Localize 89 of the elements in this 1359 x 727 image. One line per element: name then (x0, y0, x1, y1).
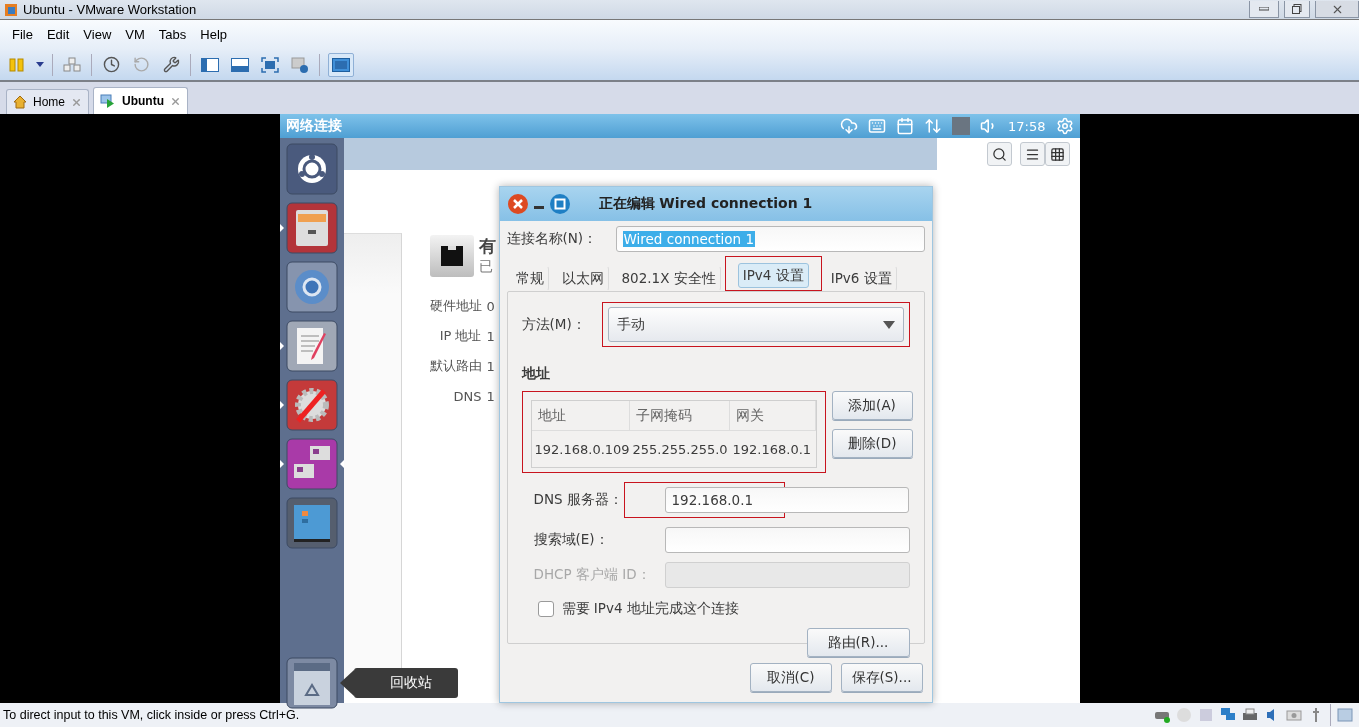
menu-item[interactable]: Tabs (152, 27, 195, 42)
column-header: 子网掩码 (629, 401, 730, 431)
panel-title: 网络连接 (285, 117, 343, 135)
text-field[interactable]: 192.168.0.1 (664, 487, 909, 513)
maximize-icon[interactable] (548, 193, 571, 215)
file-cabinet-icon[interactable] (285, 202, 338, 254)
menu-item[interactable]: VM (119, 27, 153, 42)
close-icon[interactable] (506, 193, 529, 215)
network-icon[interactable] (1220, 707, 1236, 723)
detail-value: 0 (486, 298, 495, 314)
restore-button[interactable] (1284, 1, 1310, 18)
tab[interactable]: Home (6, 89, 89, 114)
keyboard-icon[interactable] (868, 117, 887, 135)
detail-label: IP 地址 (438, 327, 482, 345)
selected-text: Wired connection 1 (622, 231, 755, 247)
search-button[interactable] (986, 142, 1012, 166)
app-icon (4, 2, 18, 17)
tab-label: Ubuntu (122, 94, 164, 108)
cloud-download-icon[interactable] (840, 117, 859, 135)
network-arrows-icon[interactable] (924, 117, 943, 135)
menu-item[interactable]: Help (194, 27, 236, 42)
column-header: 地址 (531, 401, 630, 431)
field-label: 方法(M)： (521, 315, 587, 334)
table-cell-text: 255.255.255.0 (631, 440, 729, 459)
ethernet-port-icon (429, 235, 474, 277)
settings-icon[interactable] (1055, 117, 1074, 135)
list-icon (1024, 146, 1040, 162)
detail-value: 1 (486, 328, 495, 344)
device-name: 有 (478, 235, 496, 258)
grid-icon (1049, 146, 1065, 162)
gear-wrench-icon[interactable] (285, 379, 338, 431)
dropdown-value: 手动 (616, 315, 645, 334)
checkbox[interactable] (537, 601, 554, 617)
text-editor-icon[interactable] (285, 320, 338, 372)
delete-button[interactable]: 删除(D) (831, 429, 913, 458)
search-icon (991, 146, 1007, 162)
vm-play-icon (100, 94, 116, 108)
restore-icon (1292, 4, 1302, 14)
table-cell-text: 192.168.0.1 (731, 440, 813, 459)
browser-icon[interactable] (285, 261, 338, 313)
close-icon[interactable] (170, 95, 181, 107)
device-status: 已 (478, 258, 494, 276)
routes-button[interactable]: 路由(R)... (806, 628, 910, 657)
detail-value: 1 (486, 358, 495, 374)
close-icon[interactable] (71, 96, 82, 108)
tab-label: Home (33, 95, 65, 109)
list-view-button[interactable] (1019, 142, 1045, 166)
ubuntu-logo-icon[interactable] (285, 143, 338, 195)
minimize-button[interactable] (1249, 1, 1279, 18)
section-heading: 地址 (521, 365, 551, 383)
dialog-title: 正在编辑 Wired connection 1 (598, 195, 813, 213)
table-cell-text: 192.168.0.109 (533, 440, 630, 459)
close-button[interactable] (1315, 1, 1359, 18)
dialog-button[interactable]: 取消(C) (749, 663, 832, 692)
field-label: 连接名称(N)： (506, 230, 599, 248)
column-header: 网关 (729, 401, 816, 431)
status-text: To direct input to this VM, click inside or press Ctrl+G. (3, 708, 301, 722)
window-title: Ubuntu - VMware Workstation (23, 2, 198, 17)
camera-icon[interactable] (1286, 707, 1302, 723)
launcher-tooltip: 回收站 (353, 668, 458, 698)
menu-item[interactable]: File (6, 27, 41, 42)
checkbox-label: 需要 IPv4 地址完成这个连接 (561, 600, 739, 618)
caret-icon[interactable] (36, 62, 44, 67)
grid-view-button[interactable] (1044, 142, 1070, 166)
field-label: DNS 服务器： (533, 491, 624, 509)
trash-bin-icon[interactable] (285, 657, 338, 709)
remote-desktop-icon[interactable] (285, 438, 338, 490)
text-field[interactable] (664, 527, 910, 553)
method-dropdown[interactable]: 手动 (607, 307, 904, 342)
menu-item[interactable]: Edit (40, 27, 78, 42)
tab[interactable]: Ubuntu (93, 87, 188, 114)
dialog-button[interactable]: 保存(S)... (840, 663, 923, 692)
detail-label: 默认路由 (428, 357, 482, 375)
console-view-button[interactable] (328, 52, 354, 77)
minimize-icon (1259, 7, 1269, 11)
dropdown-arrow-icon (882, 320, 895, 329)
home-icon (13, 95, 27, 109)
calendar-icon[interactable] (896, 117, 915, 135)
printer-icon[interactable] (1242, 707, 1258, 723)
detail-label: DNS (452, 388, 482, 404)
field-label: DHCP 客户端 ID： (533, 566, 652, 584)
add-button[interactable]: 添加(A) (831, 391, 913, 420)
detail-value: 1 (486, 388, 495, 404)
workspace-screen-icon[interactable] (285, 497, 338, 549)
field-label: 搜索域(E)： (533, 531, 610, 549)
menu-item[interactable]: View (77, 27, 120, 42)
tab[interactable]: IPv4 设置 (737, 263, 809, 288)
input-method-icon[interactable] (952, 117, 971, 135)
detail-label: 硬件地址 (428, 297, 482, 315)
